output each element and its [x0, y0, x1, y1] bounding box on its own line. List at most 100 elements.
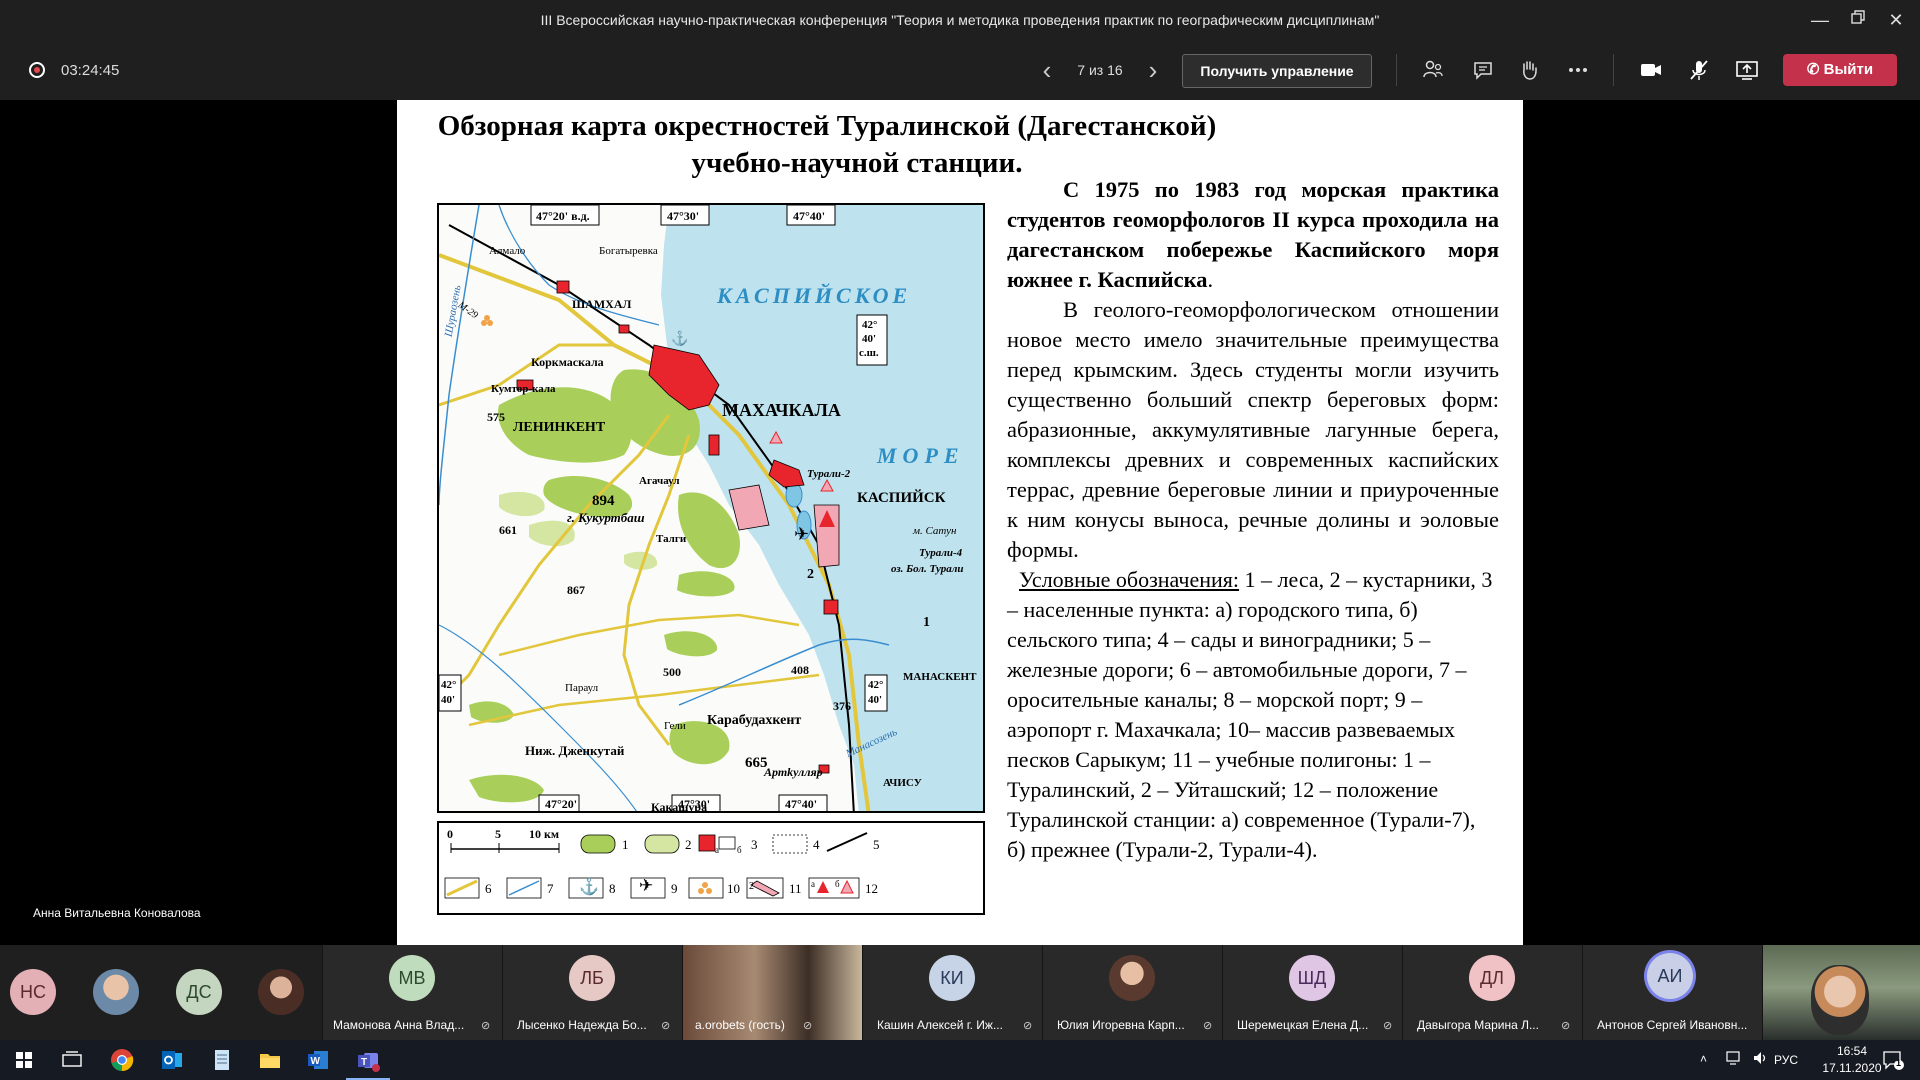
legend-number: 11 [789, 881, 802, 896]
recording-icon [29, 62, 45, 78]
legend-number: 12 [865, 881, 878, 896]
svg-text:W: W [311, 1056, 321, 1067]
coord-label: 47°40' [785, 797, 818, 811]
participant-tile[interactable]: ДЛ Давыгора Марина Л... ⊘ [1403, 945, 1582, 1040]
height-label: 894 [592, 493, 615, 509]
participant-avatar: ЛБ [569, 955, 615, 1001]
city-label-artkullyar: Артkулляр [764, 765, 823, 779]
restore-icon[interactable] [1846, 8, 1870, 32]
height-label: 376 [833, 699, 851, 713]
presenter-name: Анна Витальевна Коновалова [33, 906, 201, 920]
participant-tile[interactable]: МВ Мамонова Анна Влад... ⊘ [323, 945, 502, 1040]
window-title-bar: III Всероссийская научно-практическая ко… [0, 0, 1920, 40]
self-video-tile[interactable] [1763, 945, 1920, 1040]
windows-start-icon[interactable] [10, 1046, 38, 1074]
word-icon[interactable]: W [304, 1046, 332, 1074]
legend-number: 10 [727, 881, 740, 896]
coord-label: 40' [441, 694, 456, 706]
city-label-achisu: АЧИСУ [883, 777, 922, 789]
polygon-number-1: 1 [923, 615, 930, 630]
legend-number: 5 [873, 837, 880, 852]
participant-name: Антонов Сергей Ивановн... [1597, 1018, 1748, 1032]
height-label: 500 [663, 665, 681, 679]
coord-label: с.ш. [859, 347, 879, 359]
chrome-icon[interactable] [108, 1046, 136, 1074]
participant-avatar: ДЛ [1469, 955, 1515, 1001]
leave-button[interactable]: ✆ Выйти [1783, 54, 1897, 86]
minimize-icon[interactable]: — [1808, 8, 1832, 32]
outlook-icon[interactable] [158, 1046, 186, 1074]
language-indicator[interactable]: РУС [1774, 1053, 1798, 1067]
mic-muted-icon: ⊘ [1203, 1020, 1213, 1032]
legend-heading: Условные обозначения: [1019, 567, 1240, 592]
participant-avatar: МВ [389, 955, 435, 1001]
map-legend: 0 5 10 км 1 2 а б 3 4 5 6 7 ⚓ 8 ✈ 9 10 2… [437, 821, 985, 915]
file-explorer-icon[interactable] [256, 1046, 284, 1074]
tray-up-arrow-icon[interactable]: ˄ [1700, 1052, 1707, 1066]
legend-number: 6 [485, 881, 492, 896]
participants-icon[interactable] [1419, 56, 1447, 84]
city-label-talgi: Талги [656, 533, 687, 545]
participant-video-tile[interactable]: a.orobets (гость) ⊘ [683, 945, 862, 1040]
hang-up-icon: ✆ [1806, 61, 1824, 78]
notepad-icon[interactable] [208, 1046, 236, 1074]
close-icon[interactable]: ✕ [1884, 8, 1908, 32]
notifications-icon[interactable]: 1 [1882, 1050, 1904, 1073]
more-options-icon[interactable] [1564, 56, 1592, 84]
prev-slide-icon[interactable]: ‹ [1035, 56, 1059, 84]
take-control-button[interactable]: Получить управление [1182, 54, 1372, 88]
meeting-toolbar: 03:24:45 ‹ 7 из 16 › Получить управление… [0, 40, 1920, 100]
road-label-m29: М-29 [455, 299, 480, 322]
share-screen-icon[interactable] [1733, 56, 1761, 84]
legend-sublabel: б [737, 845, 742, 855]
mic-muted-icon: ⊘ [1383, 1020, 1393, 1032]
mic-muted-icon: ⊘ [661, 1020, 671, 1032]
raise-hand-icon[interactable] [1515, 56, 1543, 84]
legend-sublabel: а [715, 845, 719, 855]
participant-name: Кашин Алексей г. Иж... [877, 1018, 1003, 1032]
city-label-almalo: Алмало [489, 245, 526, 257]
teams-icon[interactable]: T [354, 1046, 382, 1074]
participant-tile-speaking[interactable]: АИ Антонов Сергей Ивановн... [1583, 945, 1762, 1040]
legend-sublabel: б [835, 879, 840, 889]
participant-avatar: ДС [176, 969, 222, 1015]
participant-group-tile[interactable]: НС ДС [0, 945, 322, 1040]
participant-name: Лысенко Надежда Бо... [517, 1018, 647, 1032]
task-view-icon[interactable] [58, 1046, 86, 1074]
slide-paragraph-1: С 1975 по 1983 год морская практика студ… [1007, 177, 1499, 292]
coord-label: 42° [868, 679, 884, 691]
city-label-korkmaskala: Коркмаскала [531, 355, 604, 369]
mic-muted-icon: ⊘ [1561, 1020, 1571, 1032]
city-label-nizh-dzhenkutai: Ниж. Дженкутай [525, 743, 625, 758]
city-label-karabudakhkent: Карабудахкент [707, 713, 802, 728]
network-icon[interactable] [1726, 1050, 1744, 1069]
clock[interactable]: 16:54 17.11.2020 [1822, 1044, 1882, 1075]
participant-tile[interactable]: ШД Шеремецкая Елена Д... ⊘ [1223, 945, 1402, 1040]
legend-number: 8 [609, 881, 616, 896]
city-label-paraul: Параул [565, 682, 599, 694]
participant-photo-avatar [258, 969, 304, 1015]
mic-muted-icon: ⊘ [1023, 1020, 1033, 1032]
height-label: 661 [499, 523, 517, 537]
mic-muted-icon[interactable] [1685, 56, 1713, 84]
polygon-number-2: 2 [807, 567, 814, 582]
volume-icon[interactable] [1752, 1050, 1770, 1069]
city-label-kumtorkala: Кумтор-кала [491, 383, 556, 395]
slide-paragraph-2: В геолого-геоморфологическом отношении н… [1007, 297, 1499, 562]
legend-number: 1 [622, 837, 629, 852]
coord-label: 42° [862, 319, 878, 331]
shared-slide: Обзорная карта окрестностей Туралинской … [397, 100, 1523, 945]
mic-muted-icon: ⊘ [481, 1020, 491, 1032]
chat-icon[interactable] [1469, 56, 1497, 84]
participant-tile[interactable]: КИ Кашин Алексей г. Иж... ⊘ [863, 945, 1042, 1040]
legend-description: 1 – леса, 2 – кустарники, 3 – населенные… [1007, 567, 1493, 862]
participant-name: a.orobets (гость) [695, 1018, 785, 1032]
participant-strip: НС ДС МВ Мамонова Анна Влад... ⊘ ЛБ Лысе… [0, 945, 1920, 1040]
coord-label: 47°20' [545, 797, 578, 811]
next-slide-icon[interactable]: › [1141, 56, 1165, 84]
participant-tile[interactable]: ЛБ Лысенко Надежда Бо... ⊘ [503, 945, 682, 1040]
camera-icon[interactable] [1637, 56, 1665, 84]
participant-photo-avatar [1109, 955, 1155, 1001]
coord-label: 40' [862, 333, 877, 345]
participant-tile[interactable]: Юлия Игоревна Карп... ⊘ [1043, 945, 1222, 1040]
